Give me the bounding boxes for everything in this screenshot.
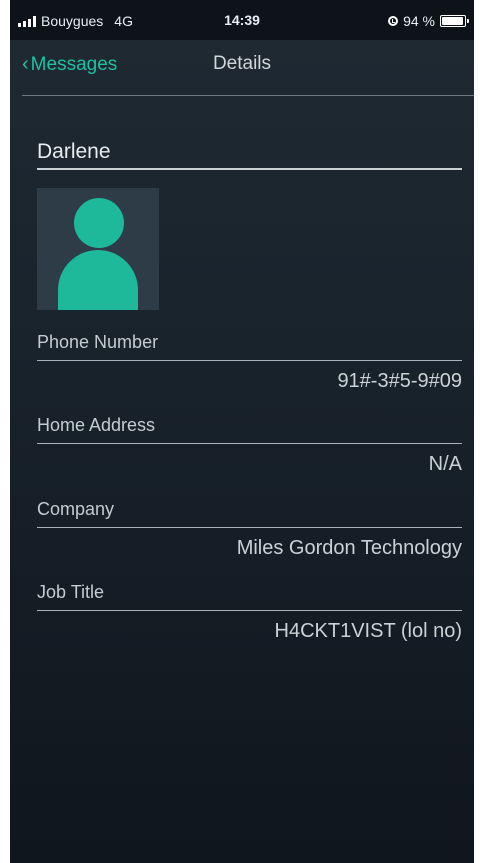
- person-icon-body: [58, 250, 138, 310]
- orientation-lock-icon: [388, 16, 399, 26]
- person-icon-head: [74, 198, 124, 248]
- company-value[interactable]: Miles Gordon Technology: [237, 537, 462, 560]
- phone-screen: Bouygues 4G 14:39 94 % ‹ Messages Detail…: [10, 0, 474, 863]
- home-address-label: Home Address: [37, 415, 156, 435]
- battery-percentage: 94 %: [403, 13, 435, 29]
- company-label: Company: [37, 499, 115, 519]
- phone-number-divider: [37, 360, 462, 361]
- status-bar: Bouygues 4G 14:39 94 %: [10, 0, 474, 40]
- contact-name: Darlene: [37, 140, 111, 163]
- phone-number-label: Phone Number: [37, 332, 159, 352]
- navigation-bar: ‹ Messages Details: [10, 40, 474, 96]
- contact-name-underline: [37, 168, 462, 170]
- home-address-value[interactable]: N/A: [429, 453, 462, 476]
- job-title-value[interactable]: H4CKT1VIST (lol no): [275, 620, 462, 643]
- avatar[interactable]: [37, 188, 159, 310]
- job-title-label: Job Title: [37, 582, 105, 602]
- phone-number-value[interactable]: 91#-3#5-9#09: [337, 370, 462, 393]
- page-title: Details: [212, 53, 272, 74]
- company-divider: [37, 527, 462, 528]
- job-title-divider: [37, 610, 462, 611]
- battery-fill: [442, 17, 463, 25]
- status-right: 94 %: [388, 13, 469, 29]
- home-address-divider: [37, 443, 462, 444]
- nav-divider: [22, 95, 474, 96]
- battery-icon: [440, 15, 469, 27]
